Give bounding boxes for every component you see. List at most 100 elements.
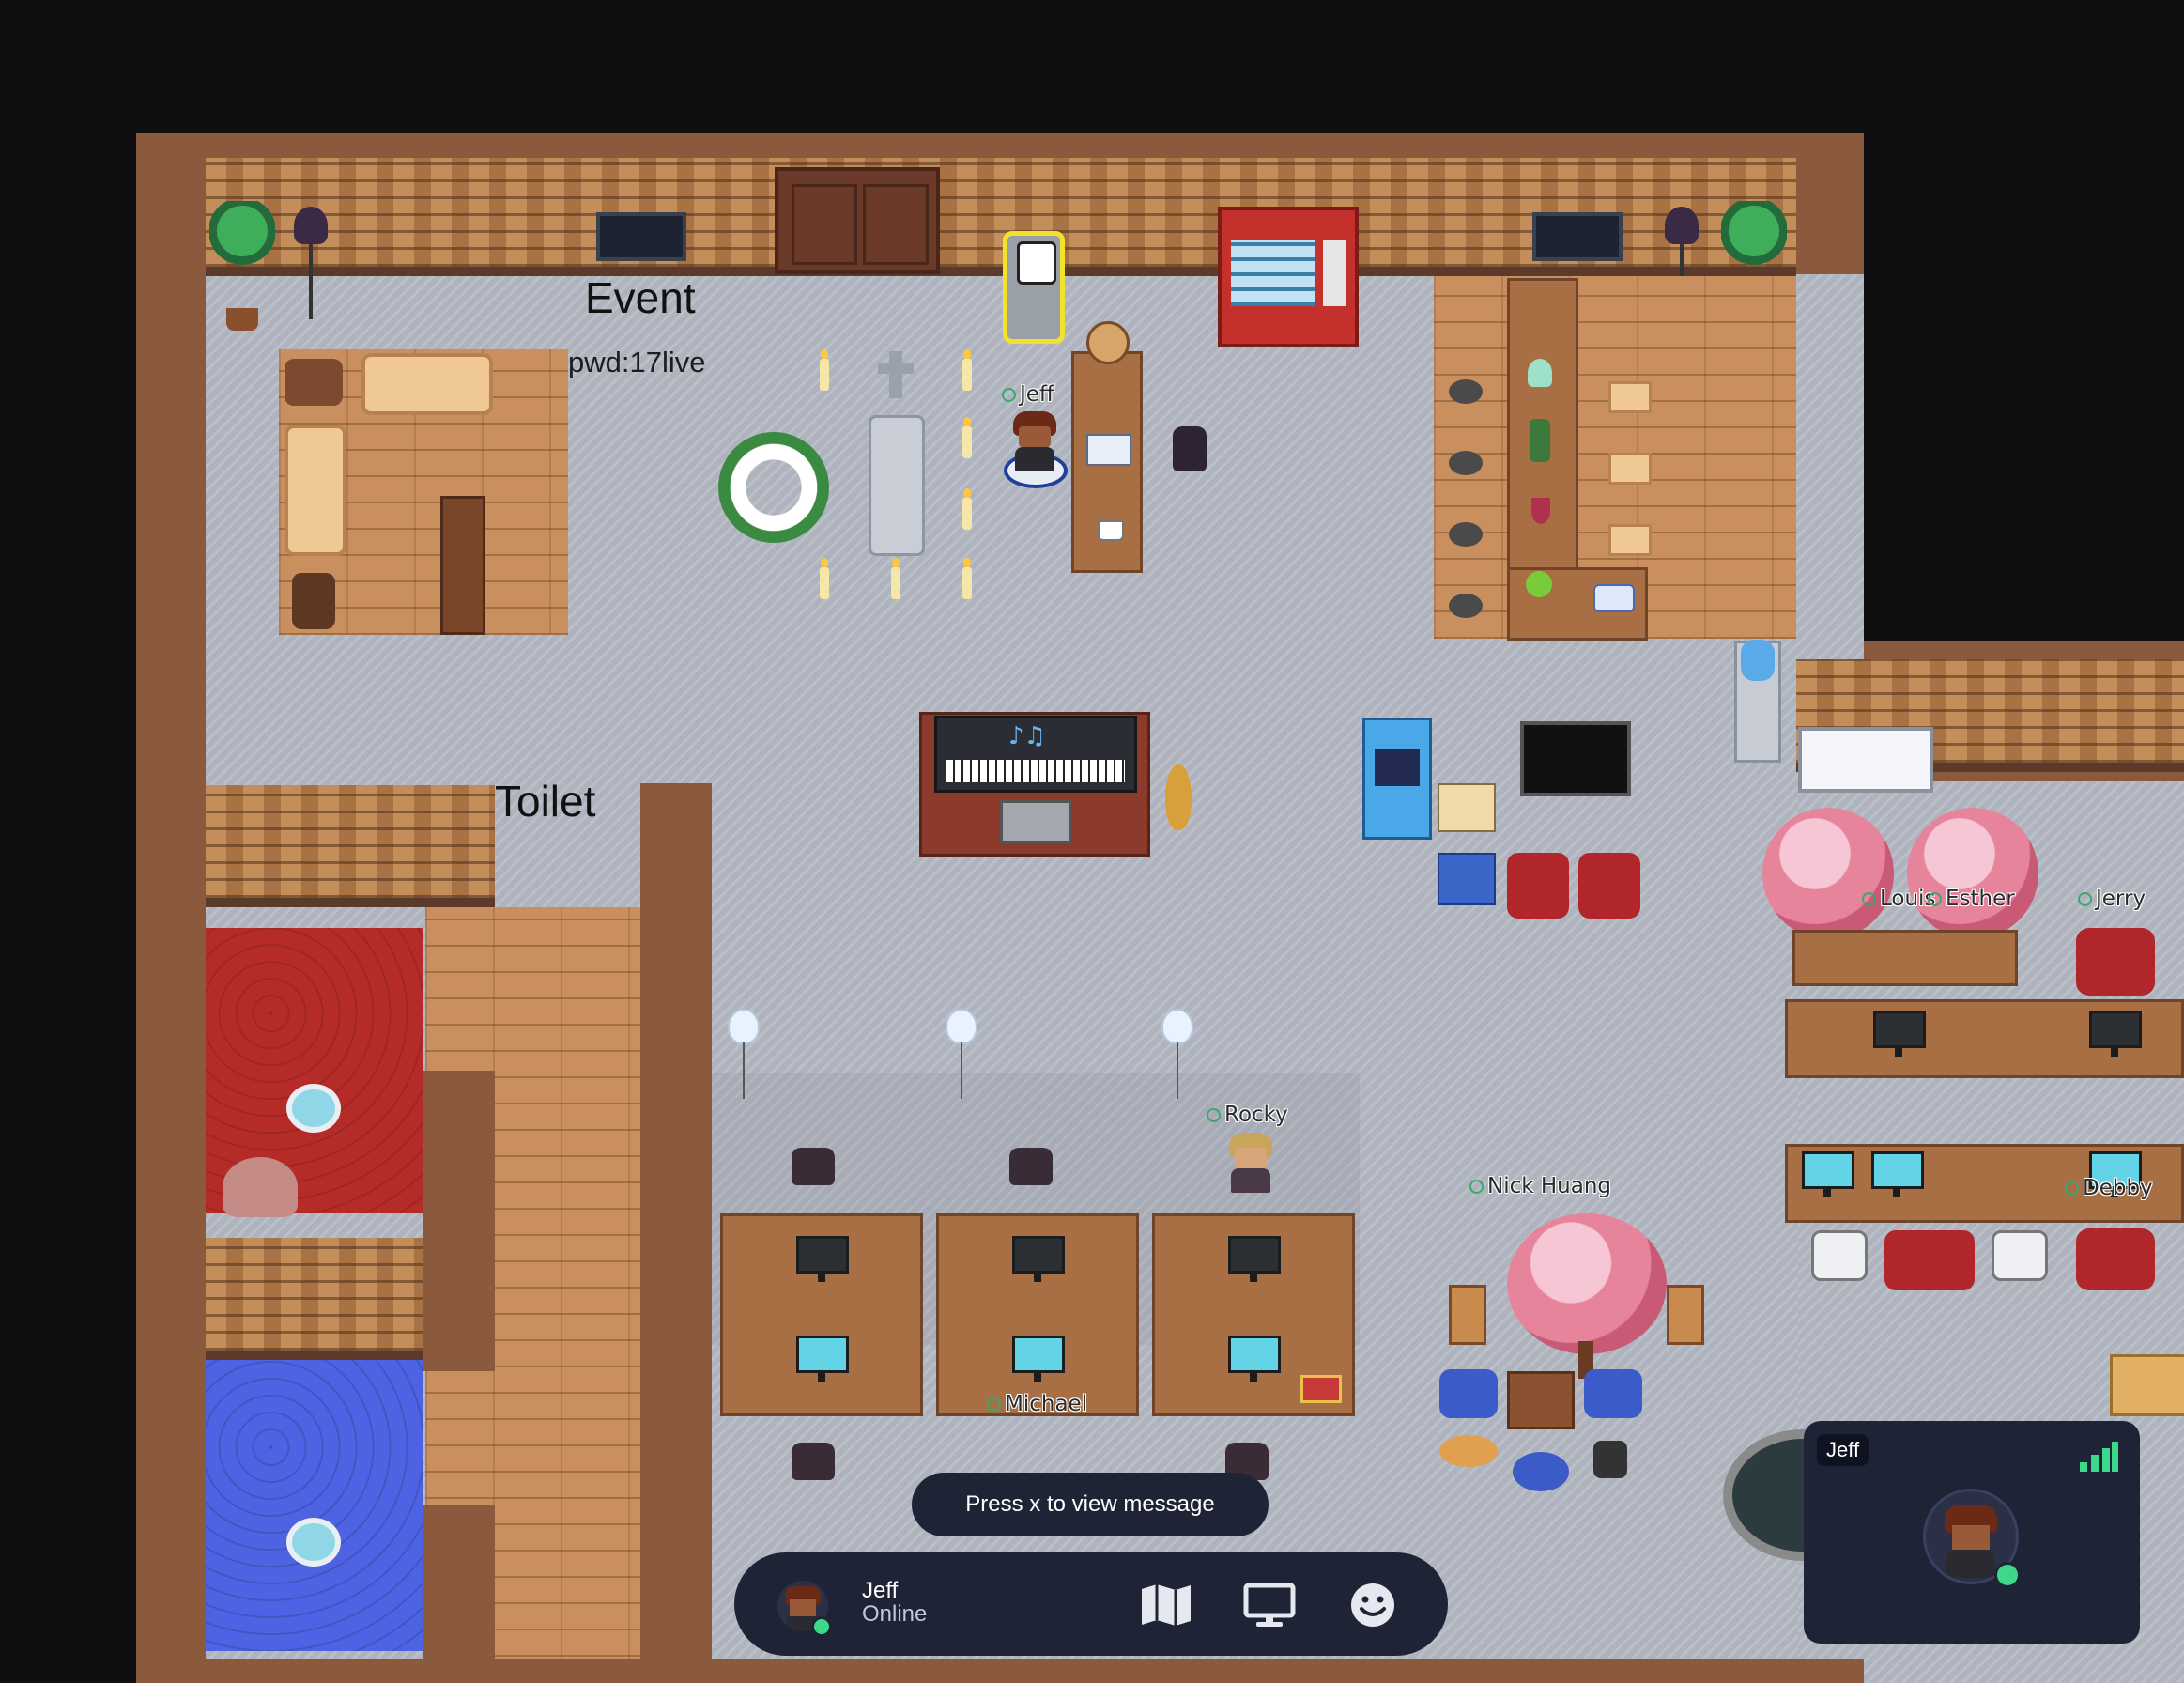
toilet-bowl[interactable] <box>286 1518 341 1567</box>
signal-bars-icon <box>2078 1442 2119 1475</box>
hay-bale[interactable] <box>2110 1354 2184 1416</box>
monitor[interactable] <box>1012 1336 1065 1382</box>
garden-chair[interactable] <box>1667 1285 1704 1345</box>
tea-table[interactable] <box>1507 1371 1575 1429</box>
fruit-icon <box>1526 571 1552 597</box>
monitor[interactable] <box>796 1236 849 1282</box>
ghost-pet[interactable] <box>223 1157 298 1217</box>
wall-screen-right[interactable] <box>1532 212 1623 261</box>
memorial-stand[interactable] <box>869 415 925 556</box>
monitor[interactable] <box>1873 1011 1926 1057</box>
office-chair[interactable] <box>1009 1148 1053 1185</box>
water-cooler[interactable] <box>1734 640 1781 763</box>
piano[interactable]: ♪♫ <box>934 716 1137 793</box>
player-name-nick: Nick Huang <box>1469 1174 1611 1198</box>
round-cushion[interactable] <box>1513 1452 1569 1491</box>
candle <box>962 488 972 530</box>
status-dot <box>1469 1180 1484 1194</box>
status-dot <box>2078 892 2092 906</box>
red-armchair[interactable] <box>1507 853 1569 919</box>
tv-stand[interactable] <box>1520 721 1631 796</box>
red-armchair[interactable] <box>1578 853 1640 919</box>
candle <box>962 558 972 599</box>
garden-chair[interactable] <box>1449 1285 1486 1345</box>
double-door[interactable] <box>775 167 940 274</box>
trash-can[interactable] <box>1593 1441 1627 1478</box>
candle <box>820 558 829 599</box>
note-board[interactable] <box>1003 231 1065 344</box>
floor-cushion[interactable] <box>1584 1369 1642 1418</box>
guitar-icon[interactable] <box>1165 764 1192 830</box>
toilet-wall-upper <box>206 785 495 907</box>
monitor[interactable] <box>2089 1011 2142 1057</box>
player-name-michael: Michael <box>987 1392 1087 1416</box>
monitor[interactable] <box>1012 1236 1065 1282</box>
cherry-tree <box>1507 1213 1667 1354</box>
player-avatar-jeff[interactable] <box>1009 411 1060 471</box>
monitor[interactable] <box>1228 1236 1281 1282</box>
monitor[interactable] <box>1802 1151 1854 1197</box>
office-chair[interactable] <box>1173 426 1207 471</box>
bottle-icon <box>1530 419 1550 462</box>
wall-screen-left[interactable] <box>596 212 686 261</box>
red-armchair-east-2[interactable] <box>2076 1228 2155 1290</box>
player-name-jeff: Jeff <box>1002 382 1054 407</box>
player-name-louis: Louis <box>1862 887 1935 911</box>
bar-stool[interactable] <box>1449 594 1483 618</box>
floor-lamp-left-pole <box>309 244 313 319</box>
armchair-bottom[interactable] <box>292 573 335 629</box>
bar-stool[interactable] <box>1449 522 1483 547</box>
toilet-bowl[interactable] <box>286 1084 341 1133</box>
bench-east[interactable] <box>1792 930 2018 986</box>
flower-wreath[interactable] <box>718 432 829 543</box>
status-dot <box>987 1397 1001 1412</box>
emoji-icon[interactable] <box>1345 1579 1401 1631</box>
office-chair[interactable] <box>792 1443 835 1480</box>
cherry-tree <box>1907 808 2038 939</box>
toilet-divider-1 <box>423 1071 495 1371</box>
office-chair[interactable] <box>792 1148 835 1185</box>
status-dot <box>1928 892 1942 906</box>
player-avatar-rocky[interactable] <box>1225 1133 1276 1193</box>
toilet-divider-2 <box>423 1505 495 1683</box>
monitor[interactable] <box>1871 1151 1924 1197</box>
document-icon <box>1086 434 1131 466</box>
player-name-debby: Debby <box>2065 1176 2153 1200</box>
floor-lamp-left <box>294 207 328 244</box>
drink-icon <box>1528 359 1552 387</box>
whiteboard[interactable] <box>1798 727 1933 793</box>
sofa-long[interactable] <box>361 353 493 415</box>
monitor[interactable] <box>1228 1336 1281 1382</box>
bar-bench[interactable] <box>1608 381 1652 413</box>
bar-bench[interactable] <box>1608 524 1652 556</box>
office-chair-white[interactable] <box>1811 1230 1868 1281</box>
map-icon[interactable] <box>1138 1579 1194 1631</box>
lounge-cabinet[interactable] <box>440 496 485 635</box>
video-tile[interactable]: Jeff <box>1804 1421 2140 1644</box>
bread-basket[interactable] <box>1439 1435 1498 1467</box>
drawing-pad[interactable] <box>1438 853 1496 905</box>
vending-machine[interactable] <box>1218 207 1359 347</box>
monitor[interactable] <box>796 1336 849 1382</box>
red-sofa-east[interactable] <box>1884 1230 1975 1290</box>
bar-bench[interactable] <box>1608 453 1652 485</box>
status-dot <box>1862 892 1876 906</box>
red-armchair-east[interactable] <box>2076 928 2155 996</box>
coffee-cup-icon <box>1098 520 1124 541</box>
office-chair-white[interactable] <box>1992 1230 2048 1281</box>
arcade-machine[interactable] <box>1362 718 1432 840</box>
toilet-stall-blue <box>206 1360 423 1651</box>
sofa-side[interactable] <box>285 425 346 556</box>
event-password-label: pwd:17live <box>568 346 706 378</box>
screen-share-icon[interactable] <box>1241 1579 1298 1631</box>
piano-bench[interactable] <box>1000 800 1071 843</box>
map-poster[interactable] <box>1438 783 1496 832</box>
floor-cushion[interactable] <box>1439 1369 1498 1418</box>
video-tile-name: Jeff <box>1817 1434 1869 1466</box>
candle <box>962 349 972 391</box>
message-hint-toast[interactable]: Press x to view message <box>912 1473 1269 1536</box>
bar-stool[interactable] <box>1449 451 1483 475</box>
armchair-top[interactable] <box>285 359 343 406</box>
bar-stool[interactable] <box>1449 379 1483 404</box>
event-area-label: Event <box>585 273 696 322</box>
